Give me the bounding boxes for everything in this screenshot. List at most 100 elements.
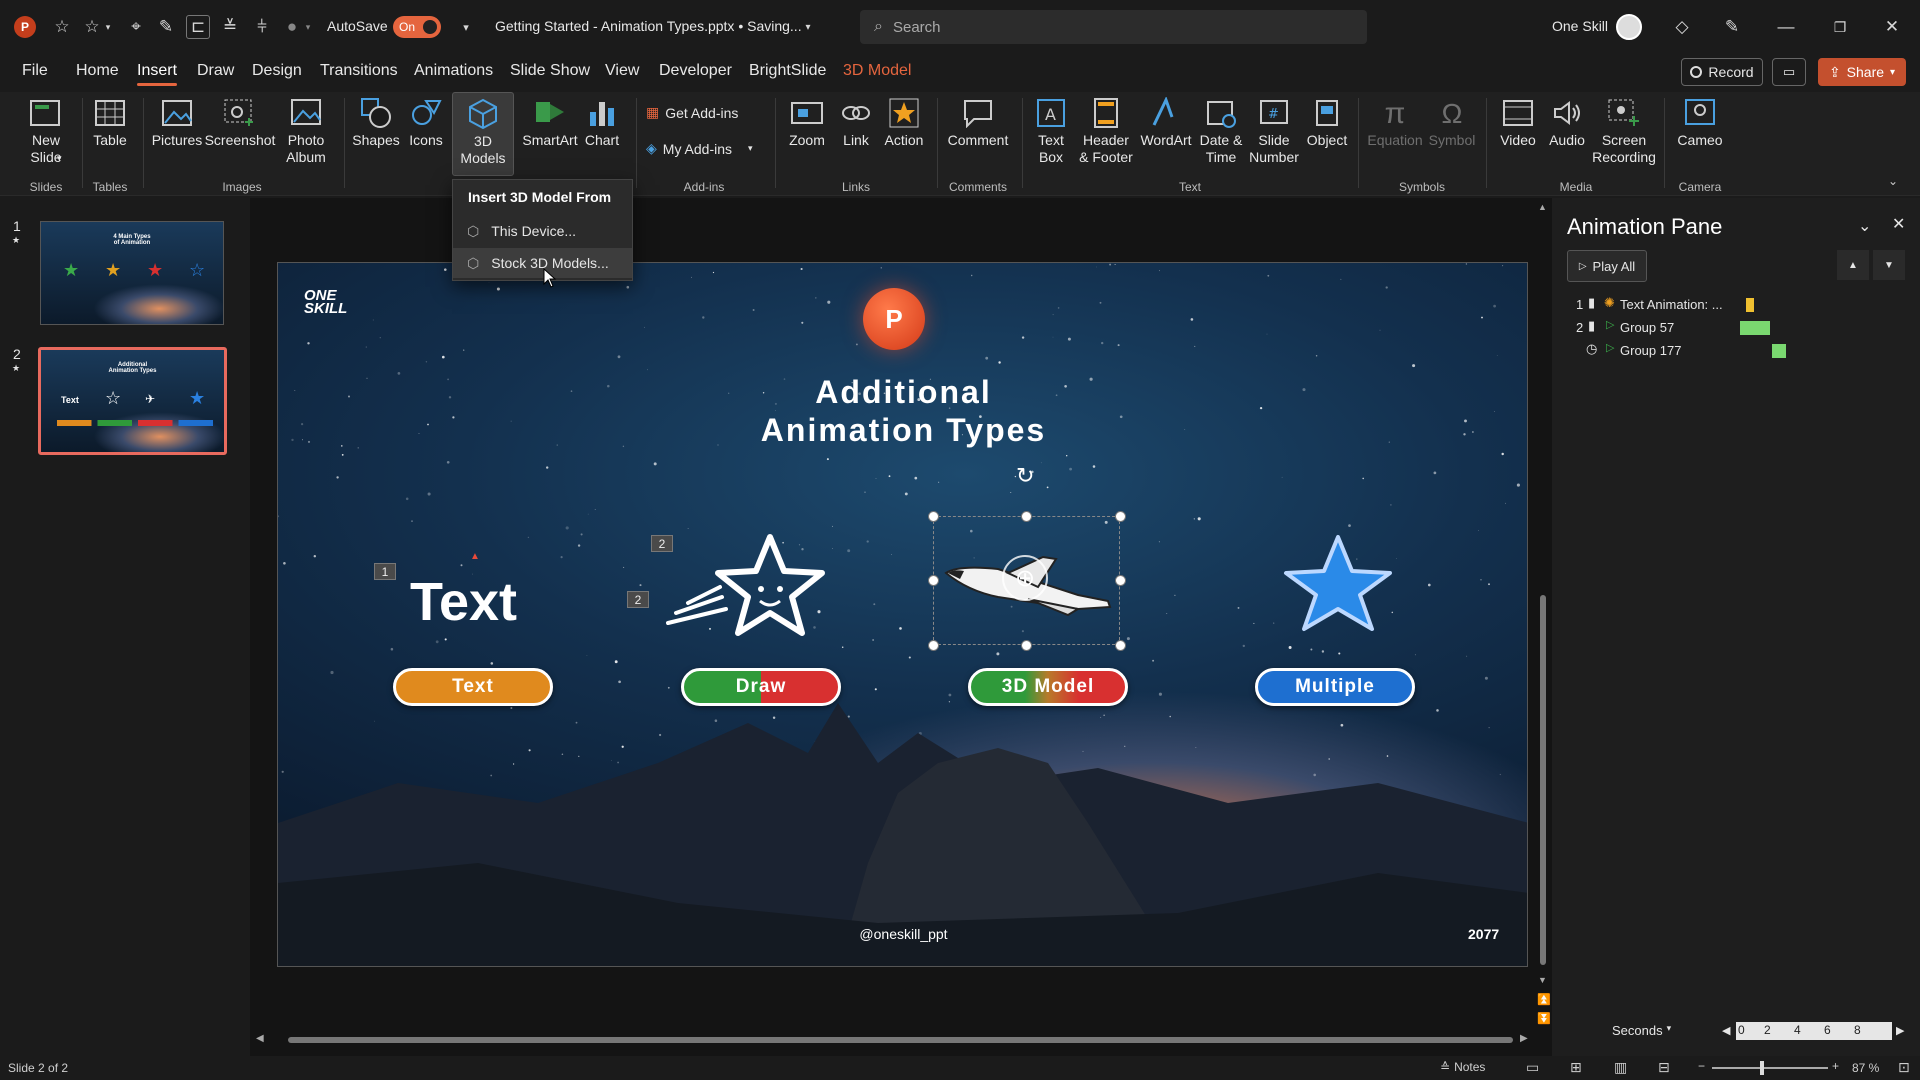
zoom-slider-thumb[interactable] <box>1760 1061 1764 1075</box>
timeline-right-icon[interactable]: ▶ <box>1896 1024 1904 1037</box>
zoom-level[interactable]: 87 % <box>1852 1061 1879 1075</box>
3d-models-button[interactable]: 3D Models <box>452 92 514 176</box>
zoom-out-icon[interactable]: − <box>1698 1059 1705 1073</box>
animation-row[interactable]: 1 ▮ ✺ Text Animation: ... <box>1576 295 1906 315</box>
tab-home[interactable]: Home <box>76 62 119 80</box>
screenshot-button[interactable]: Screenshot <box>205 92 275 149</box>
pen-icon[interactable]: ✎ <box>154 15 178 39</box>
record-button[interactable]: Record <box>1681 58 1763 86</box>
close-icon[interactable]: ✕ <box>1880 15 1904 39</box>
scroll-down-icon[interactable]: ▼ <box>1538 975 1547 985</box>
chevron-down-icon[interactable]: ▾ <box>102 15 114 39</box>
big-text[interactable]: Text <box>410 571 517 633</box>
resize-handle[interactable] <box>1021 640 1032 651</box>
slide[interactable]: ONE SKILL P Additional Animation Types 1… <box>277 262 1528 967</box>
new-slide-button[interactable]: New Slide ▾ <box>22 92 70 166</box>
reading-view-icon[interactable]: ▥ <box>1614 1059 1627 1076</box>
animation-row[interactable]: ◷ ▷ Group 177 <box>1576 341 1906 361</box>
link-button[interactable]: Link <box>836 92 876 149</box>
collapse-ribbon-icon[interactable]: ⌄ <box>1888 174 1898 188</box>
diamond-icon[interactable]: ◇ <box>1670 15 1694 39</box>
resize-handle[interactable] <box>928 511 939 522</box>
my-addins-button[interactable]: ◈ My Add-ins ▾ <box>646 140 753 157</box>
align-icon[interactable]: ⊏ <box>186 15 210 39</box>
rotate-handle-icon[interactable]: ↻ <box>1016 463 1034 489</box>
cameo-button[interactable]: Cameo <box>1676 92 1724 149</box>
prev-slide-icon[interactable]: ⏫ <box>1537 993 1551 1006</box>
video-button[interactable]: Video <box>1496 92 1540 149</box>
move-up-button[interactable]: ▲ <box>1837 250 1869 280</box>
slide-thumbnail-1[interactable]: 4 Main Types of Animation ★ ★ ★ ☆ <box>40 221 224 325</box>
slide-thumbnail-2[interactable]: Additional Animation Types Text ☆ ✈ ★ <box>38 347 227 455</box>
smartart-button[interactable]: SmartArt <box>520 92 580 149</box>
resize-handle[interactable] <box>1021 511 1032 522</box>
normal-view-icon[interactable]: ▭ <box>1526 1059 1539 1076</box>
scroll-thumb[interactable] <box>1540 595 1546 965</box>
object-button[interactable]: Object <box>1304 92 1350 149</box>
star-outline-icon[interactable]: ☆ <box>50 15 74 39</box>
restore-icon[interactable]: ❐ <box>1828 15 1852 39</box>
timeline-left-icon[interactable]: ◀ <box>1722 1024 1730 1037</box>
pill-3d-model[interactable]: 3D Model <box>968 668 1128 706</box>
shapes-button[interactable]: Shapes <box>352 92 400 149</box>
get-addins-button[interactable]: ▦ Get Add-ins <box>646 104 738 121</box>
pen-icon[interactable]: ✎ <box>1720 15 1744 39</box>
close-icon[interactable]: ✕ <box>1892 214 1905 234</box>
animation-row[interactable]: 2 ▮ ▷ Group 57 <box>1576 318 1906 338</box>
tab-file[interactable]: File <box>22 62 48 80</box>
resize-handle[interactable] <box>1115 640 1126 651</box>
zoom-slider[interactable] <box>1712 1061 1828 1075</box>
resize-handle[interactable] <box>928 640 939 651</box>
date-time-button[interactable]: Date & Time <box>1196 92 1246 166</box>
photo-album-button[interactable]: Photo Album <box>278 92 334 166</box>
vertical-scrollbar[interactable]: ▲ ▼ ⏫ ⏬ <box>1536 200 1551 1030</box>
3d-rotate-control-icon[interactable]: ⊕ <box>1002 555 1048 601</box>
chevron-down-icon[interactable]: ▾ <box>796 15 820 39</box>
pill-text[interactable]: Text <box>393 668 553 706</box>
customize-qat-icon[interactable]: ▾ <box>454 15 478 39</box>
header-footer-button[interactable]: Header & Footer <box>1076 92 1136 166</box>
icons-button[interactable]: Icons <box>404 92 448 149</box>
screen-recording-button[interactable]: Screen Recording <box>1592 92 1656 166</box>
animation-tag[interactable]: 1 <box>374 563 396 580</box>
tab-draw[interactable]: Draw <box>197 62 234 80</box>
scroll-left-icon[interactable]: ◀ <box>256 1033 264 1044</box>
tab-animations[interactable]: Animations <box>414 62 493 80</box>
text-box-button[interactable]: A Text Box <box>1030 92 1072 166</box>
chevron-down-icon[interactable]: ▾ <box>302 15 314 39</box>
scroll-up-icon[interactable]: ▲ <box>1538 202 1547 212</box>
circle-tool-icon[interactable]: ● <box>280 15 304 39</box>
next-slide-icon[interactable]: ⏬ <box>1537 1012 1551 1025</box>
target-icon[interactable]: ⌖ <box>124 15 148 39</box>
search-box[interactable]: ⌕ Search <box>860 10 1367 44</box>
distribute-icon[interactable]: ≚ <box>218 15 242 39</box>
autosave-toggle[interactable]: On <box>393 16 441 38</box>
animation-tag[interactable]: 2 <box>627 591 649 608</box>
resize-handle[interactable] <box>1115 511 1126 522</box>
wordart-button[interactable]: WordArt <box>1138 92 1194 149</box>
comment-button[interactable]: Comment <box>944 92 1012 149</box>
chevron-down-icon[interactable]: ⌄ <box>1858 216 1871 236</box>
star-add-icon[interactable]: ☆ <box>80 15 104 39</box>
tab-insert[interactable]: Insert <box>137 62 178 86</box>
pictures-button[interactable]: Pictures <box>150 92 204 149</box>
pill-draw[interactable]: Draw <box>681 668 841 706</box>
tab-developer[interactable]: Developer <box>659 62 732 80</box>
pill-multiple[interactable]: Multiple <box>1255 668 1415 706</box>
comments-button[interactable]: ▭ <box>1772 58 1806 86</box>
tab-slide-show[interactable]: Slide Show <box>510 62 590 80</box>
insert-from-device-item[interactable]: ⬡ This Device... <box>453 216 632 246</box>
fit-slide-icon[interactable]: ⊡ <box>1898 1059 1910 1076</box>
minimize-icon[interactable]: — <box>1774 15 1798 39</box>
slide-number-button[interactable]: # Slide Number <box>1246 92 1302 166</box>
slideshow-icon[interactable]: ⊟ <box>1658 1059 1670 1076</box>
tab-3d-model[interactable]: 3D Model <box>843 62 911 80</box>
zoom-button[interactable]: Zoom <box>784 92 830 149</box>
avatar[interactable] <box>1616 14 1642 40</box>
zoom-in-icon[interactable]: + <box>1832 1059 1839 1073</box>
scroll-right-icon[interactable]: ▶ <box>1520 1033 1528 1044</box>
share-button[interactable]: ⇪ Share ▾ <box>1818 58 1906 86</box>
tab-design[interactable]: Design <box>252 62 302 80</box>
tab-transitions[interactable]: Transitions <box>320 62 398 80</box>
align-center-icon[interactable]: ⫩ <box>250 15 274 39</box>
